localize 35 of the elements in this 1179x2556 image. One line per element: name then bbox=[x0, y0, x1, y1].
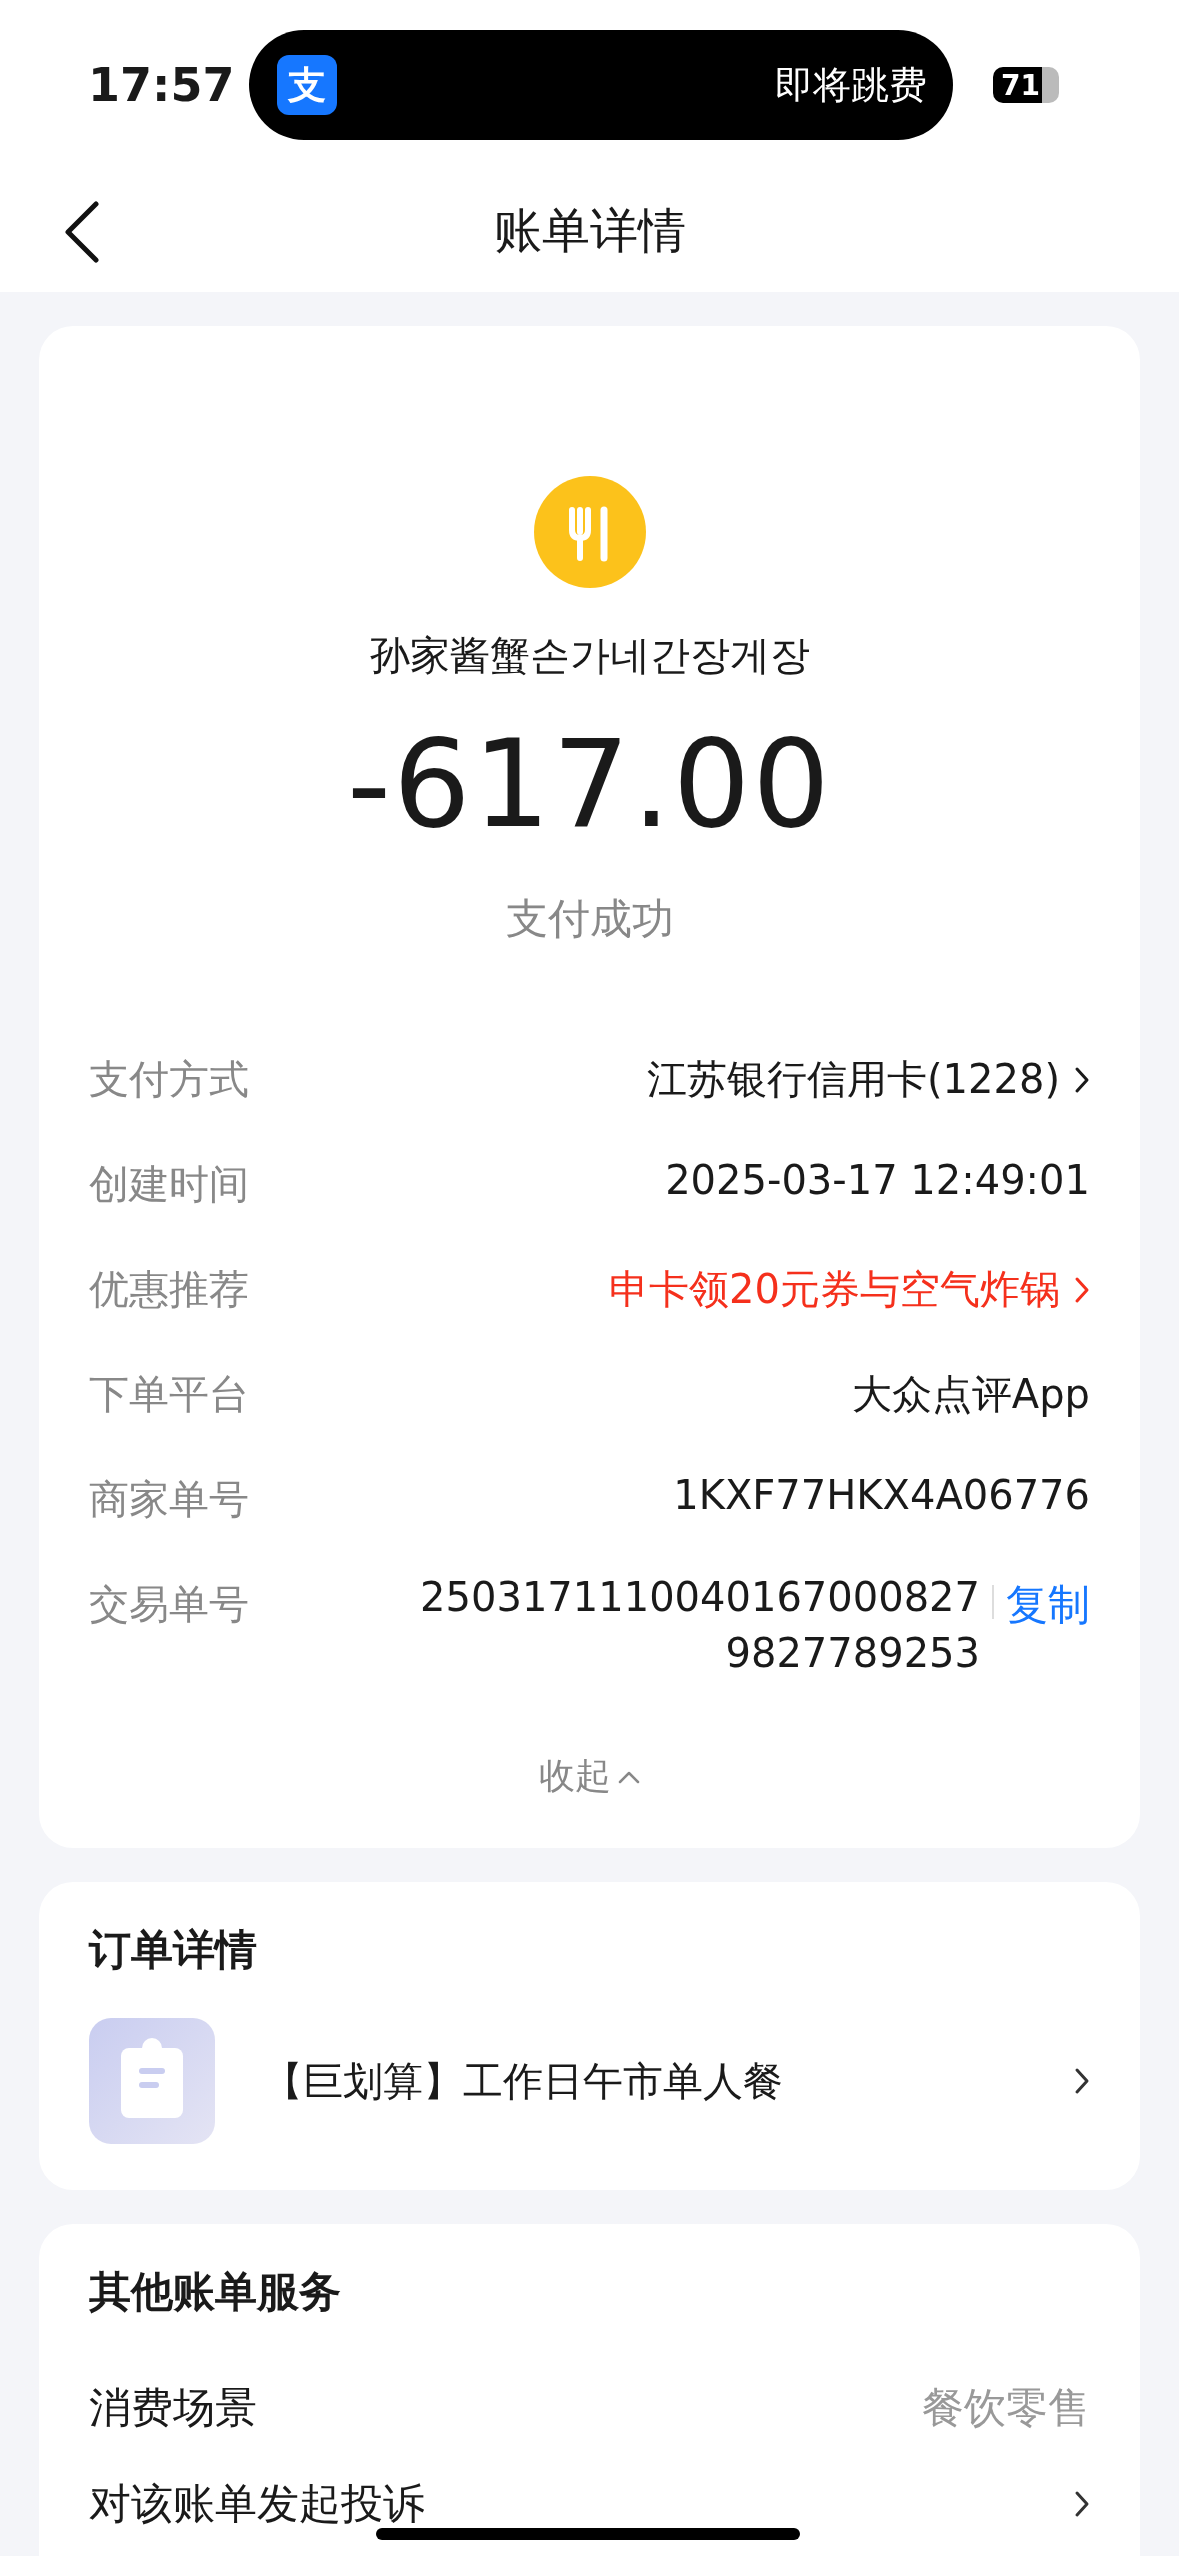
field-label: 交易单号 bbox=[89, 1580, 249, 1629]
field-label: 下单平台 bbox=[89, 1370, 249, 1419]
app-icon: 支 bbox=[277, 55, 337, 115]
field-value: 2025-03-17 12:49:01 bbox=[665, 1157, 1090, 1203]
complaint-link[interactable]: 对该账单发起投诉 bbox=[89, 2476, 1090, 2532]
field-value: 25031711100401670008279827789253 bbox=[419, 1573, 980, 1678]
battery-icon: 71 bbox=[993, 67, 1059, 103]
chevron-icon bbox=[1074, 1065, 1090, 1094]
island-text: 即将跳费 bbox=[775, 61, 927, 109]
back-icon[interactable] bbox=[62, 200, 102, 264]
clipboard-icon bbox=[89, 2018, 215, 2144]
section-title: 其他账单服务 bbox=[89, 2266, 342, 2318]
service-label: 消费场景 bbox=[89, 2382, 257, 2434]
field-value: 1KXF77HKX4A06776 bbox=[673, 1472, 1090, 1518]
order-item[interactable]: 【巨划算】工作日午市单人餐 bbox=[89, 2018, 1090, 2144]
field-label: 商家单号 bbox=[89, 1475, 249, 1524]
field-label: 优惠推荐 bbox=[89, 1265, 249, 1314]
copy-button[interactable]: 复制 bbox=[1006, 1577, 1090, 1633]
fork-knife-icon bbox=[533, 476, 646, 588]
page-title: 账单详情 bbox=[493, 201, 686, 260]
field-label: 支付方式 bbox=[89, 1055, 249, 1104]
amount: -617.00 bbox=[347, 713, 832, 855]
status-time: 17:57 bbox=[88, 58, 236, 112]
section-title: 订单详情 bbox=[89, 1924, 258, 1976]
chevron-icon bbox=[1074, 2067, 1090, 2095]
field-value: 大众点评App bbox=[851, 1370, 1090, 1419]
payment-method-link[interactable]: 江苏银行信用卡(1228) bbox=[647, 1052, 1090, 1107]
chevron-icon bbox=[1074, 1275, 1090, 1304]
field-label: 创建时间 bbox=[89, 1160, 249, 1209]
merchant-name: 孙家酱蟹손가네간장게장 bbox=[369, 631, 810, 680]
payment-status: 支付成功 bbox=[505, 893, 674, 945]
service-value: 餐饮零售 bbox=[922, 2382, 1090, 2434]
chevron-icon bbox=[1074, 2490, 1090, 2518]
promo-link[interactable]: 申卡领20元券与空气炸锅 bbox=[609, 1262, 1090, 1317]
collapse-button[interactable]: 收起 bbox=[532, 1751, 647, 1802]
